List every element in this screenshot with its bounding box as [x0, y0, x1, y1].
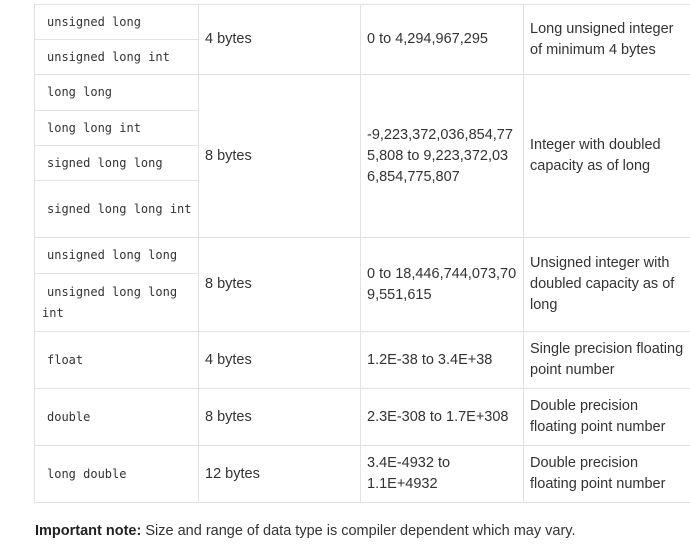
description-cell: Single precision floating point number	[523, 331, 690, 389]
type-cell: float	[34, 331, 199, 389]
size-cell: 4 bytes	[198, 331, 361, 389]
note-text: Size and range of data type is compiler …	[141, 523, 576, 539]
size-cell: 8 bytes	[198, 237, 361, 332]
range-cell: 0 to 18,446,744,073,709,551,615	[360, 237, 524, 332]
important-note: Important note: Size and range of data t…	[35, 523, 576, 539]
range-cell: 2.3E-308 to 1.7E+308	[360, 388, 524, 446]
type-cell: signed long long int	[34, 180, 199, 238]
size-cell: 4 bytes	[198, 4, 361, 75]
size-cell: 8 bytes	[198, 388, 361, 446]
type-cell: signed long long	[34, 145, 199, 181]
size-cell: 8 bytes	[198, 74, 361, 238]
range-cell: 0 to 4,294,967,295	[360, 4, 524, 75]
type-cell: long double	[34, 445, 199, 503]
type-cell: unsigned long int	[34, 39, 199, 75]
type-cell: unsigned long long int	[34, 273, 199, 332]
description-cell: Integer with doubled capacity as of long	[523, 74, 690, 238]
type-cell: unsigned long	[34, 4, 199, 40]
size-cell: 12 bytes	[198, 445, 361, 503]
range-cell: 1.2E-38 to 3.4E+38	[360, 331, 524, 389]
note-label: Important note:	[35, 523, 142, 539]
range-cell: -9,223,372,036,854,775,808 to 9,223,372,…	[360, 74, 524, 238]
type-cell: unsigned long long	[34, 237, 199, 274]
type-cell: double	[34, 388, 199, 446]
description-cell: Double precision floating point number	[523, 445, 690, 503]
range-cell: 3.4E-4932 to 1.1E+4932	[360, 445, 524, 503]
description-cell: Long unsigned integer of minimum 4 bytes	[523, 4, 690, 75]
description-cell: Unsigned integer with doubled capacity a…	[523, 237, 690, 332]
type-cell: long long	[34, 74, 199, 111]
type-cell: long long int	[34, 110, 199, 146]
description-cell: Double precision floating point number	[523, 388, 690, 446]
